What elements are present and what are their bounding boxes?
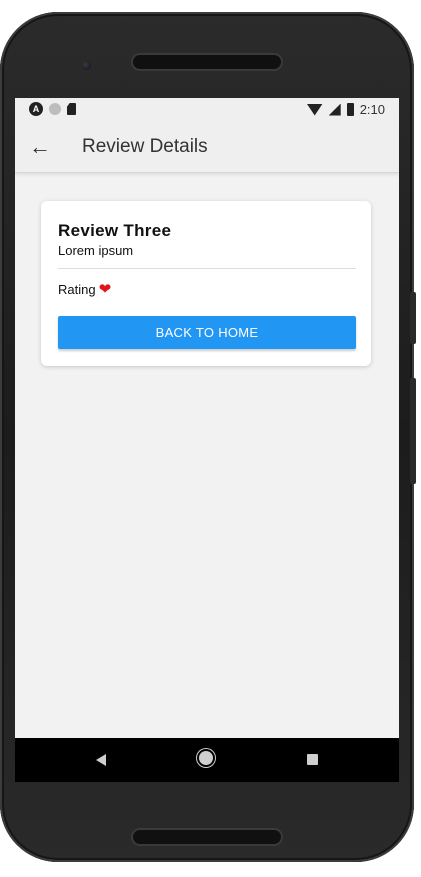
wifi-icon (306, 103, 323, 116)
nav-back-icon[interactable] (96, 754, 106, 766)
app-bar: ← Review Details (15, 122, 399, 173)
sd-card-icon (67, 103, 76, 115)
top-speaker (133, 55, 281, 69)
accessibility-icon: A (29, 102, 43, 116)
status-time: 2:10 (359, 102, 385, 117)
status-bar: A 2:10 (15, 98, 399, 122)
divider (58, 268, 356, 269)
review-card: Review Three Lorem ipsum Rating ❤ BACK T… (41, 201, 371, 366)
back-to-home-button[interactable]: BACK TO HOME (58, 316, 356, 349)
status-right-icons: 2:10 (306, 102, 385, 117)
rating-label: Rating (58, 282, 96, 297)
screen: A 2:10 ← Review Details Review Three Lor… (15, 98, 399, 782)
bottom-speaker (133, 830, 281, 844)
nav-recents-icon[interactable] (307, 754, 318, 765)
page-title: Review Details (82, 136, 208, 157)
status-left-icons: A (29, 102, 76, 116)
rating-row: Rating ❤ (58, 280, 112, 298)
circle-icon (49, 103, 61, 115)
front-camera (82, 61, 91, 70)
navigation-bar (15, 738, 399, 782)
review-body: Lorem ipsum (58, 243, 134, 258)
nav-home-icon[interactable] (199, 751, 213, 765)
power-button (410, 292, 416, 344)
back-arrow-icon[interactable]: ← (27, 134, 53, 160)
signal-icon (328, 103, 341, 116)
battery-icon (346, 103, 354, 116)
heart-icon: ❤ (98, 280, 112, 298)
volume-rocker (410, 378, 416, 484)
review-title: Review Three (58, 221, 172, 240)
